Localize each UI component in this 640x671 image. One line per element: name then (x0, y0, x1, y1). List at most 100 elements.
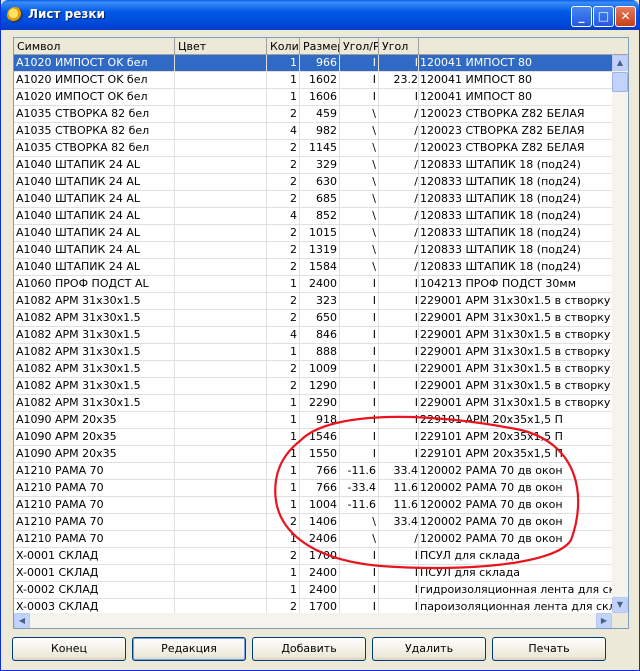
column-header-quantity[interactable]: Колич (267, 38, 300, 55)
cell-color (175, 174, 267, 191)
table-row[interactable]: A1020 ИМПОСТ OK бел 1 1606 I I 120041 ИМПОСТ … (14, 89, 612, 106)
cell-color (175, 310, 267, 327)
cell-color (175, 599, 267, 613)
table-row[interactable]: A1040 ШТАПИК 24 AL 2 1584 \/120833 ШТАПИК 1… (14, 259, 612, 276)
table-row[interactable]: A1082 АРМ 31x30x1.5 2 1290 I I 229001 АРМ 31x… (14, 378, 612, 395)
table-row[interactable]: A1210 РАМА 70 1 766 -33.4 11.6 120002 РАМА 70… (14, 480, 612, 497)
table-row[interactable]: X-0002 СКЛАД 1 2400 I Iгидроизоляционная лен… (14, 582, 612, 599)
column-header-symbol[interactable]: Символ (14, 38, 175, 55)
table-row[interactable]: A1035 СТВОРКА 82 бел 2 459 \/120023 СТВОРКА… (14, 106, 612, 123)
cutting-list-grid[interactable]: Символ Цвет Колич Размер Угол/Р Угол A10… (13, 37, 629, 629)
scroll-right-icon[interactable]: ▶ (596, 613, 612, 628)
column-header-size[interactable]: Размер (300, 38, 340, 55)
table-row[interactable]: A1082 АРМ 31x30x1.5 2 323 I I 229001 АРМ 31x3… (14, 293, 612, 310)
table-row[interactable]: A1020 ИМПОСТ OK бел 1 1602 I 23.2 120041 ИМПО… (14, 72, 612, 89)
cell-symbol: A1020 ИМПОСТ OK бел (14, 89, 175, 106)
cell-quantity: 1 (267, 344, 300, 361)
table-row[interactable]: A1035 СТВОРКА 82 бел 2 1145 \/120023 СТВОРК… (14, 140, 612, 157)
table-row[interactable]: A1082 АРМ 31x30x1.5 1 888 I I 229001 АРМ 31x3… (14, 344, 612, 361)
cell-quantity: 2 (267, 225, 300, 242)
add-button[interactable]: Добавить (252, 637, 366, 661)
cell-symbol: A1060 ПРОФ ПОДСТ AL (14, 276, 175, 293)
column-header-angle[interactable]: Угол (379, 38, 419, 55)
table-row[interactable]: A1090 АРМ 20x35 1 1546 I I 229101 АРМ 20x35x1… (14, 429, 612, 446)
column-header-color[interactable]: Цвет (175, 38, 267, 55)
cell-quantity: 2 (267, 361, 300, 378)
table-row[interactable]: X-0003 СКЛАД 2 1700 I Iпароизоляционная лент… (14, 599, 612, 613)
cell-symbol: X-0001 СКЛАД (14, 565, 175, 582)
cell-angle: I (379, 55, 419, 72)
cell-color (175, 514, 267, 531)
close-button[interactable]: ✕ (615, 6, 636, 27)
cell-color (175, 412, 267, 429)
cell-quantity: 1 (267, 480, 300, 497)
table-row[interactable]: A1020 ИМПОСТ OK бел 1 966 I I 120041 ИМПОСТ 8… (14, 55, 612, 72)
table-row[interactable]: A1210 РАМА 70 1 766 -11.6 33.4 120002 РАМА 70… (14, 463, 612, 480)
cell-symbol: A1040 ШТАПИК 24 AL (14, 225, 175, 242)
cell-color (175, 463, 267, 480)
maximize-button[interactable]: □ (593, 6, 614, 27)
vertical-scrollbar[interactable]: ▲ ▼ (612, 55, 628, 613)
scroll-left-icon[interactable]: ◀ (14, 613, 30, 628)
table-row[interactable]: A1082 АРМ 31x30x1.5 1 2290 I I 229001 АРМ 31x… (14, 395, 612, 412)
cell-angle-left: \ (340, 531, 379, 548)
cell-size: 1290 (300, 378, 340, 395)
cell-symbol: X-0002 СКЛАД (14, 582, 175, 599)
table-row[interactable]: A1040 ШТАПИК 24 AL 4 852 \/120833 ШТАПИК 18… (14, 208, 612, 225)
table-row[interactable]: A1090 АРМ 20x35 1 1550 I I 229101 АРМ 20x35x1… (14, 446, 612, 463)
cell-angle: 23.2 (379, 72, 419, 89)
column-header-angle-left[interactable]: Угол/Р (340, 38, 379, 55)
table-row[interactable]: A1082 АРМ 31x30x1.5 2 1009 I I 229001 АРМ 31x… (14, 361, 612, 378)
horizontal-scrollbar[interactable]: ◀ ▶ (14, 613, 612, 628)
cell-quantity: 2 (267, 514, 300, 531)
cell-quantity: 4 (267, 208, 300, 225)
table-row[interactable]: A1040 ШТАПИК 24 AL 2 1319 \/120833 ШТАПИК 1… (14, 242, 612, 259)
table-row[interactable]: A1035 СТВОРКА 82 бел 4 982 \/120023 СТВОРКА… (14, 123, 612, 140)
scroll-up-icon[interactable]: ▲ (612, 55, 628, 71)
delete-button[interactable]: Удалить (372, 637, 486, 661)
table-row[interactable]: X-0001 СКЛАД 1 2400 I I ПСУЛ для склада (14, 565, 612, 582)
cell-name: ПСУЛ для склада (420, 549, 520, 562)
cell-angle-left: I (340, 55, 379, 72)
scroll-down-icon[interactable]: ▼ (612, 597, 628, 613)
print-button[interactable]: Печать (492, 637, 606, 661)
cell-size: 1319 (300, 242, 340, 259)
cell-angle: I (379, 412, 419, 429)
cell-size: 846 (300, 327, 340, 344)
cell-symbol: A1040 ШТАПИК 24 AL (14, 157, 175, 174)
table-row[interactable]: A1210 РАМА 70 2 1406 \ 33.4 120002 РАМА 70 дв… (14, 514, 612, 531)
table-row[interactable]: A1210 РАМА 70 1 1004 -11.6 11.6 120002 РАМА 7… (14, 497, 612, 514)
cell-angle: I (379, 599, 419, 613)
cell-angle-left: I (340, 446, 379, 463)
scroll-thumb[interactable] (612, 72, 628, 92)
cell-name: 120041 ИМПОСТ 80 (420, 90, 533, 103)
cell-angle: / (379, 191, 419, 208)
edit-button[interactable]: Редакция (132, 637, 246, 661)
end-button[interactable]: Конец (12, 637, 126, 661)
table-row[interactable]: A1040 ШТАПИК 24 AL 2 630 \/120833 ШТАПИК 18… (14, 174, 612, 191)
table-row[interactable]: A1060 ПРОФ ПОДСТ AL 1 2400 I I 104213 ПРОФ ПО… (14, 276, 612, 293)
cell-size: 1584 (300, 259, 340, 276)
cell-size: 1145 (300, 140, 340, 157)
table-row[interactable]: A1040 ШТАПИК 24 AL 2 685 \/120833 ШТАПИК 18… (14, 191, 612, 208)
grid-rows: A1020 ИМПОСТ OK бел 1 966 I I 120041 ИМПОСТ 8… (14, 55, 612, 613)
cell-symbol: X-0003 СКЛАД (14, 599, 175, 613)
table-row[interactable]: A1090 АРМ 20x35 1 918 I I 229101 АРМ 20x35x1,… (14, 412, 612, 429)
minimize-button[interactable]: _ (571, 6, 592, 27)
cutting-list-window: Лист резки _ □ ✕ Символ Цвет Колич Разме… (0, 0, 640, 671)
table-row[interactable]: X-0001 СКЛАД 2 1700 I I ПСУЛ для склада (14, 548, 612, 565)
table-row[interactable]: A1210 РАМА 70 1 2406 \/120002 РАМА 70 дв ок… (14, 531, 612, 548)
cell-name: 120002 РАМА 70 дв окон (420, 532, 563, 545)
cell-angle-left: I (340, 72, 379, 89)
table-row[interactable]: A1040 ШТАПИК 24 AL 2 329 \/120833 ШТАПИК 18… (14, 157, 612, 174)
cell-name: гидроизоляционная лента для склада (420, 583, 612, 596)
cell-size: 1700 (300, 548, 340, 565)
table-row[interactable]: A1082 АРМ 31x30x1.5 4 846 I I 229001 АРМ 31x3… (14, 327, 612, 344)
column-header-name[interactable] (419, 38, 628, 55)
title-bar[interactable]: Лист резки _ □ ✕ (1, 0, 639, 30)
cell-size: 2400 (300, 565, 340, 582)
table-row[interactable]: A1082 АРМ 31x30x1.5 2 650 I I 229001 АРМ 31x3… (14, 310, 612, 327)
cell-quantity: 1 (267, 89, 300, 106)
cell-name: ПСУЛ для склада (420, 566, 520, 579)
table-row[interactable]: A1040 ШТАПИК 24 AL 2 1015 \/120833 ШТАПИК 1… (14, 225, 612, 242)
